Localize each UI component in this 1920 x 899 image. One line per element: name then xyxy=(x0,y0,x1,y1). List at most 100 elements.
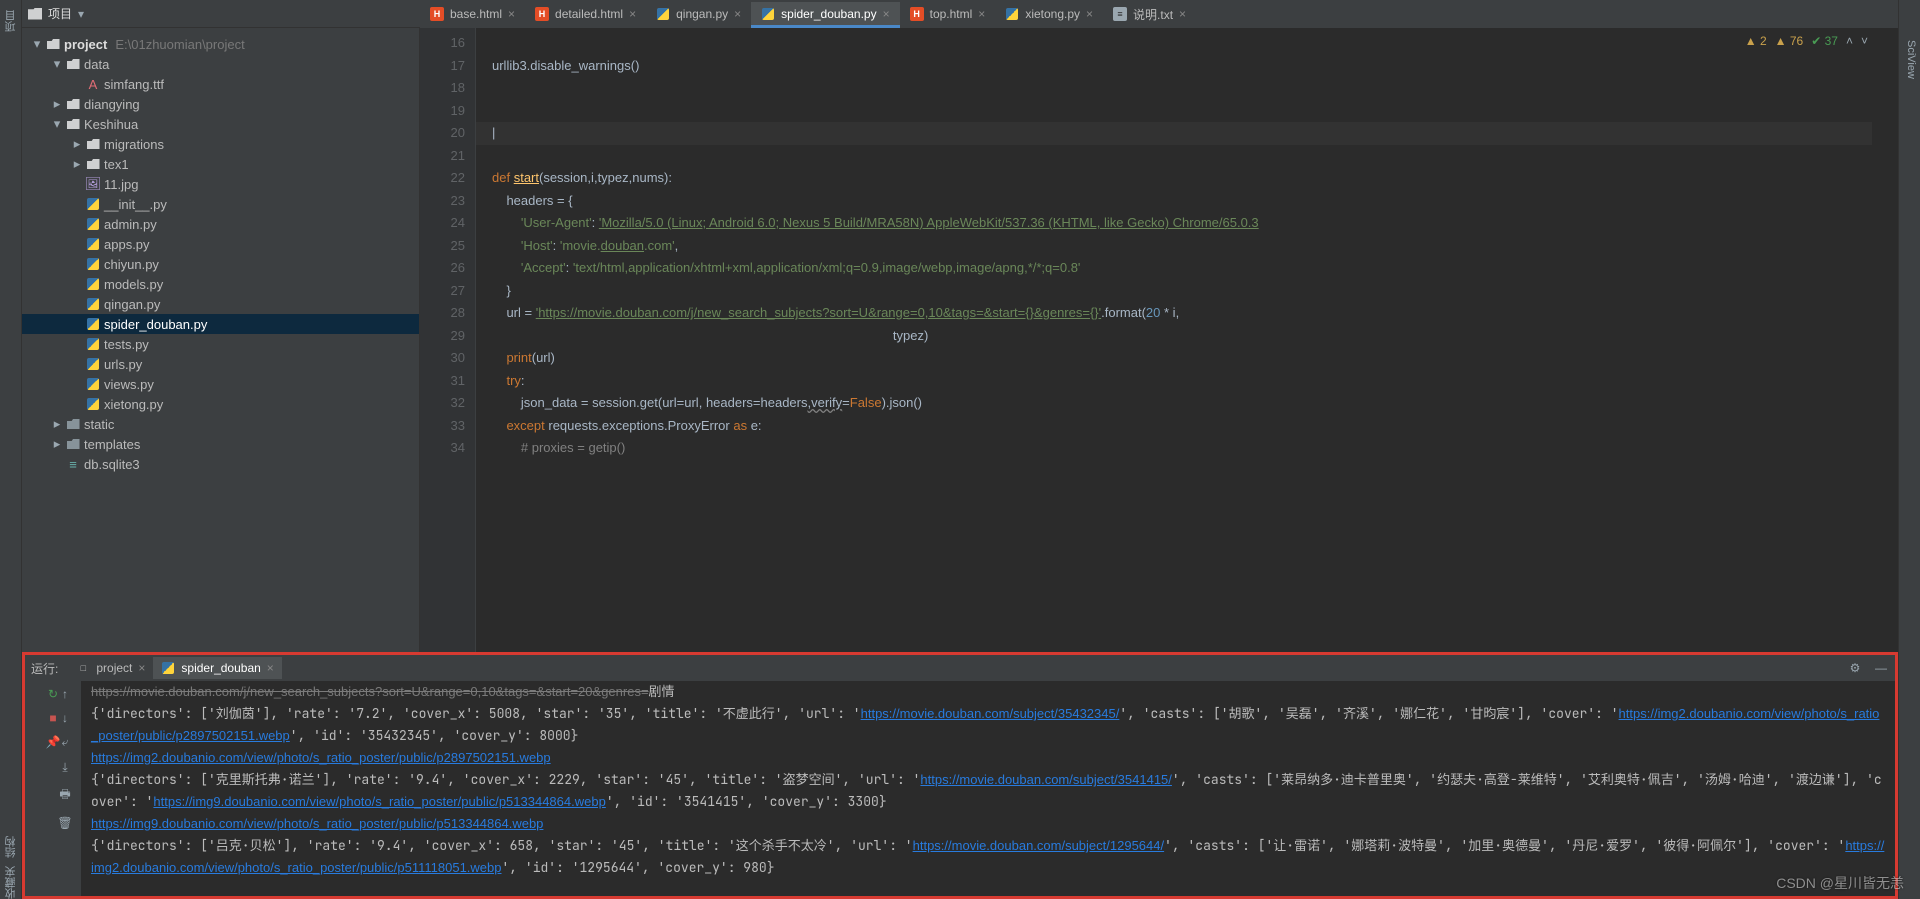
tree-item[interactable]: urls.py xyxy=(22,354,419,374)
tree-item-label: templates xyxy=(84,437,140,452)
close-icon[interactable]: × xyxy=(734,7,741,21)
tree-item[interactable]: ▸migrations xyxy=(22,134,419,154)
run-tab[interactable]: spider_douban× xyxy=(153,657,281,679)
code-line[interactable]: except requests.exceptions.ProxyError as… xyxy=(492,415,1872,438)
tree-item[interactable]: xietong.py xyxy=(22,394,419,414)
code-line[interactable]: try: xyxy=(492,370,1872,393)
py-icon xyxy=(86,197,100,211)
tree-item[interactable]: admin.py xyxy=(22,214,419,234)
gutter-sciview[interactable]: SciView xyxy=(1905,40,1917,79)
close-icon[interactable]: × xyxy=(267,661,274,675)
soft-wrap-icon[interactable]: ⤶ xyxy=(62,735,69,750)
tree-root[interactable]: ▾projectE:\01zhuomian\project xyxy=(22,34,419,54)
tree-item[interactable]: tests.py xyxy=(22,334,419,354)
right-tool-gutter: SciView xyxy=(1898,0,1920,899)
editor-tab[interactable]: Hdetailed.html× xyxy=(525,2,646,28)
tab-label: spider_douban.py xyxy=(781,7,876,21)
project-tree[interactable]: ▾projectE:\01zhuomian\project▾dataAsimfa… xyxy=(22,28,420,652)
tree-item[interactable]: models.py xyxy=(22,274,419,294)
code-line[interactable]: headers = { xyxy=(492,190,1872,213)
editor-tab[interactable]: spider_douban.py × xyxy=(751,2,899,28)
html-file-icon: H xyxy=(910,7,924,21)
tree-arrow-icon[interactable]: ▸ xyxy=(52,436,62,452)
tree-item[interactable]: ▾ Keshihua xyxy=(22,114,419,134)
code-line[interactable] xyxy=(492,100,1872,123)
tree-item[interactable]: chiyun.py xyxy=(22,254,419,274)
code-line[interactable]: typez) xyxy=(492,325,1872,348)
editor-tab[interactable]: qingan.py× xyxy=(646,2,751,28)
editor-tab[interactable]: ≡说明.txt× xyxy=(1103,2,1196,28)
folder-icon xyxy=(86,157,100,171)
tree-arrow-icon[interactable]: ▸ xyxy=(72,136,82,152)
folder-icon xyxy=(28,8,42,20)
scroll-end-icon[interactable]: ⤓ xyxy=(62,760,67,775)
code-line[interactable]: } xyxy=(492,280,1872,303)
code-line[interactable] xyxy=(492,145,1872,168)
dropdown-icon[interactable]: ▾ xyxy=(78,7,84,21)
editor-tab[interactable]: Hbase.html× xyxy=(420,2,525,28)
code-line[interactable]: | xyxy=(492,122,1872,145)
close-icon[interactable]: × xyxy=(883,7,890,21)
tree-arrow-icon[interactable]: ▾ xyxy=(52,56,62,72)
close-icon[interactable]: × xyxy=(138,661,145,675)
code-area[interactable]: urllib3.disable_warnings() | def start(s… xyxy=(492,32,1872,652)
code-line[interactable]: urllib3.disable_warnings() xyxy=(492,55,1872,78)
code-line[interactable]: # proxies = getip() xyxy=(492,437,1872,460)
editor-tab[interactable]: Htop.html× xyxy=(900,2,996,28)
tree-item-label: urls.py xyxy=(104,357,142,372)
print-icon[interactable]: 🖶 xyxy=(59,785,70,806)
tree-item[interactable]: 🖼11.jpg xyxy=(22,174,419,194)
tree-item-label: Keshihua xyxy=(84,117,138,132)
close-icon[interactable]: × xyxy=(978,7,985,21)
tree-item[interactable]: apps.py xyxy=(22,234,419,254)
tree-item[interactable]: ▾data xyxy=(22,54,419,74)
tree-item-label: models.py xyxy=(104,277,163,292)
code-line[interactable] xyxy=(492,77,1872,100)
close-icon[interactable]: × xyxy=(1179,7,1186,21)
close-icon[interactable]: × xyxy=(508,7,515,21)
html-file-icon: H xyxy=(535,7,549,21)
close-icon[interactable]: × xyxy=(1086,7,1093,21)
run-console-output[interactable]: https://movie.douban.com/j/new_search_su… xyxy=(81,681,1895,896)
line-number-gutter[interactable]: 16171819202122232425262728293031323334 xyxy=(420,28,476,652)
code-line[interactable]: 'Host': 'movie.douban.com', xyxy=(492,235,1872,258)
tree-item-label: apps.py xyxy=(104,237,150,252)
code-editor[interactable]: ▲ 2 ▲ 76 ✔ 37 ˄ ˅ 1617181920212223242526… xyxy=(420,28,1898,652)
up-icon[interactable]: ↑ xyxy=(62,687,68,701)
tree-item[interactable]: ▸diangying xyxy=(22,94,419,114)
editor-tab[interactable]: xietong.py× xyxy=(995,2,1103,28)
code-line[interactable] xyxy=(492,32,1872,55)
tree-item[interactable]: ▸tex1 xyxy=(22,154,419,174)
run-settings-icon[interactable]: ⚙ xyxy=(1847,660,1863,676)
tree-item[interactable]: views.py xyxy=(22,374,419,394)
gutter-structure[interactable]: 结构 xyxy=(3,836,19,858)
close-icon[interactable]: × xyxy=(629,7,636,21)
tree-item[interactable]: spider_douban.py xyxy=(22,314,419,334)
run-tab[interactable]: □project× xyxy=(68,657,153,679)
clear-icon[interactable]: 🗑 xyxy=(57,816,72,830)
tree-arrow-icon[interactable]: ▸ xyxy=(52,416,62,432)
code-line[interactable]: url = 'https://movie.douban.com/j/new_se… xyxy=(492,302,1872,325)
editor-inspection-status[interactable]: ▲ 2 ▲ 76 ✔ 37 ˄ ˅ xyxy=(1745,34,1868,48)
tree-item[interactable]: ≡db.sqlite3 xyxy=(22,454,419,474)
py-icon xyxy=(86,357,100,371)
tree-arrow-icon[interactable]: ▸ xyxy=(72,156,82,172)
tree-arrow-icon[interactable]: ▾ xyxy=(52,116,62,132)
tree-item[interactable]: __init__.py xyxy=(22,194,419,214)
gutter-project[interactable]: 项目 xyxy=(3,10,19,32)
code-line[interactable]: 'Accept': 'text/html,application/xhtml+x… xyxy=(492,257,1872,280)
tree-item[interactable]: Asimfang.ttf xyxy=(22,74,419,94)
tree-item[interactable]: ▸ static xyxy=(22,414,419,434)
code-line[interactable]: print(url) xyxy=(492,347,1872,370)
tree-arrow-icon[interactable]: ▸ xyxy=(52,96,62,112)
run-tabs: 运行: □project×spider_douban× ⚙ — xyxy=(25,655,1895,681)
code-line[interactable]: def start(session,i,typez,nums): xyxy=(492,167,1872,190)
tree-item-label: static xyxy=(84,417,114,432)
tree-item[interactable]: qingan.py xyxy=(22,294,419,314)
run-hide-icon[interactable]: — xyxy=(1873,660,1889,676)
code-line[interactable]: 'User-Agent': 'Mozilla/5.0 (Linux; Andro… xyxy=(492,212,1872,235)
code-line[interactable]: json_data = session.get(url=url, headers… xyxy=(492,392,1872,415)
tree-item[interactable]: ▸ templates xyxy=(22,434,419,454)
down-icon[interactable]: ↓ xyxy=(62,711,68,725)
gutter-bookmarks[interactable]: 收藏夹 xyxy=(3,866,19,899)
